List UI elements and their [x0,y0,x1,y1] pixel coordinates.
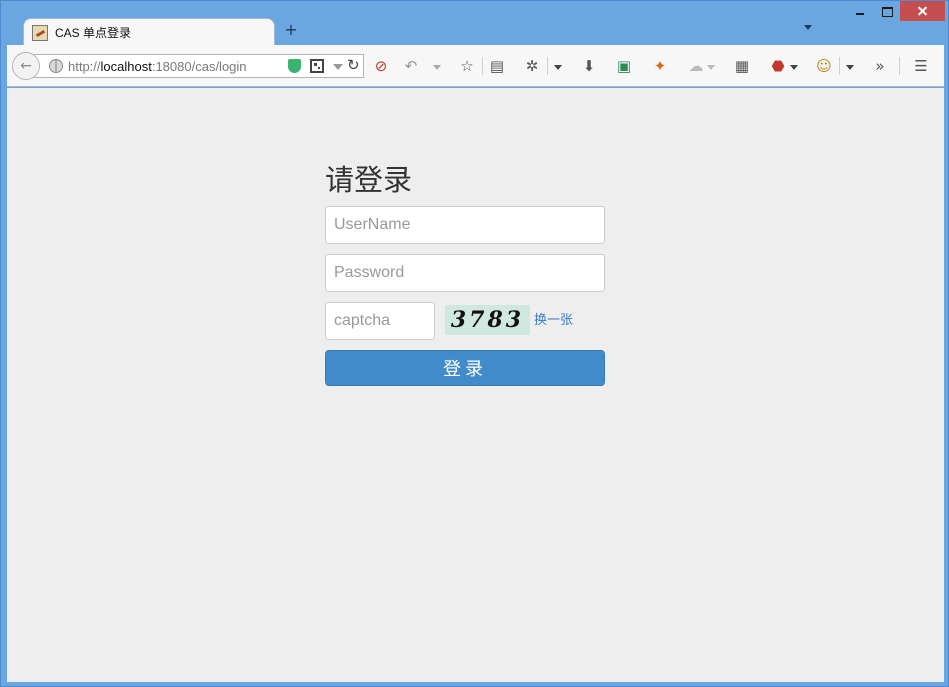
toolbar-separator [839,57,840,75]
qr-code-icon[interactable] [310,59,324,73]
globe-icon [49,59,63,73]
download-icon[interactable]: ⬇ [580,57,598,75]
menu-icon[interactable]: ☰ [912,57,930,75]
login-form: 请登录 3783 换一张 登录 [325,160,607,386]
url-text[interactable]: http://localhost:18080/cas/login [68,59,247,74]
username-input[interactable] [325,206,605,244]
toolbar-separator [547,57,548,75]
smiley-icon[interactable]: ☺ [815,57,833,75]
back-arrow-icon: ← [20,58,32,74]
reload-icon[interactable]: ↻ [347,56,360,74]
undo-dropdown-icon[interactable] [433,65,441,70]
url-bar[interactable]: http://localhost:18080/cas/login ↻ [32,54,364,78]
captcha-row: 3783 换一张 [325,302,607,340]
image-icon[interactable]: ▣ [615,57,633,75]
adblock-dropdown-icon[interactable] [790,65,798,70]
toolbar-separator [482,57,483,75]
captcha-refresh-link[interactable]: 换一张 [534,309,573,328]
overflow-icon[interactable]: » [871,57,889,75]
page-title: 请登录 [325,163,413,197]
close-button[interactable] [900,1,945,21]
captcha-image[interactable]: 3783 [445,305,530,335]
toolbar-separator [899,57,900,75]
adblock-icon[interactable]: ⬣ [769,57,787,75]
captcha-input[interactable] [325,302,435,340]
tab-list-dropdown-icon[interactable] [804,25,812,30]
back-button[interactable]: ← [12,52,40,80]
favicon-icon [32,24,48,41]
share-icon[interactable]: ☁ [687,57,705,75]
smiley-dropdown-icon[interactable] [846,65,854,70]
tab-title: CAS 单点登录 [55,26,132,40]
grid-icon[interactable]: ▦ [733,57,751,75]
page-viewport: 请登录 3783 换一张 登录 [7,88,944,682]
puzzle-icon[interactable]: ✦ [651,57,669,75]
minimize-button[interactable] [848,1,872,21]
browser-window: CAS 单点登录 + http://localhost:18080/cas/lo… [0,0,949,687]
password-input[interactable] [325,254,605,292]
maximize-button[interactable] [875,1,899,21]
login-button[interactable]: 登录 [325,350,605,386]
shield-icon[interactable] [288,59,301,73]
new-tab-button[interactable]: + [283,22,299,38]
share-dropdown-icon[interactable] [707,65,715,70]
bug-icon[interactable]: ✲ [523,57,541,75]
star-icon[interactable]: ☆ [458,57,476,75]
url-dropdown-icon[interactable] [333,64,343,70]
reader-icon[interactable]: ▤ [488,57,506,75]
no-script-icon[interactable]: ⊘ [372,57,390,75]
bug-dropdown-icon[interactable] [554,65,562,70]
tab-cas-login[interactable]: CAS 单点登录 [23,18,275,46]
tab-bar: CAS 单点登录 + [1,1,948,46]
undo-icon[interactable]: ↶ [402,57,420,75]
navigation-toolbar: http://localhost:18080/cas/login ↻ ← ⊘ ↶… [7,45,944,87]
